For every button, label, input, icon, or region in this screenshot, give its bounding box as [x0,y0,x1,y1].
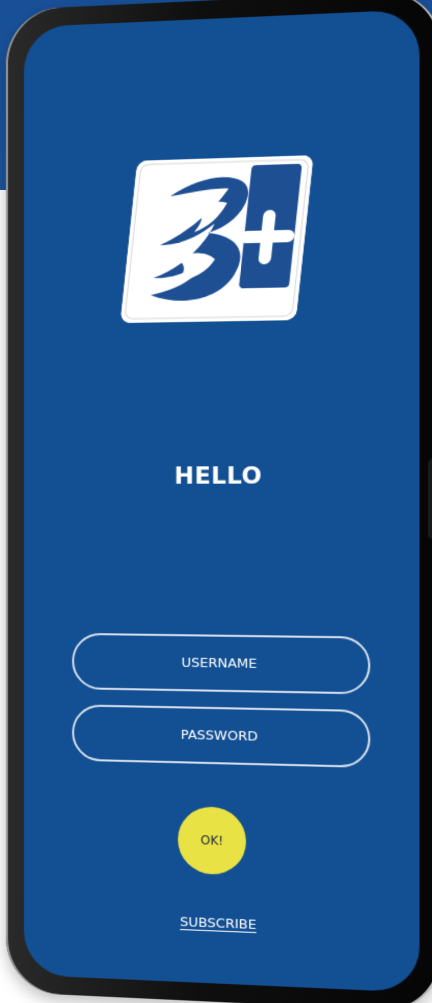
side-button [428,458,432,540]
app-stage: HELLO OK! SUBSCRIBE [0,0,432,1003]
username-field[interactable] [72,632,371,695]
password-field[interactable] [72,704,371,768]
page-title: HELLO [174,463,263,490]
ok-button[interactable]: OK! [177,805,247,876]
phone-frame: HELLO OK! SUBSCRIBE [6,0,432,1003]
subscribe-link[interactable]: SUBSCRIBE [24,909,420,940]
brand-logo-mark [120,155,314,324]
login-screen: HELLO OK! SUBSCRIBE [23,9,420,993]
brand-logo [120,155,314,324]
